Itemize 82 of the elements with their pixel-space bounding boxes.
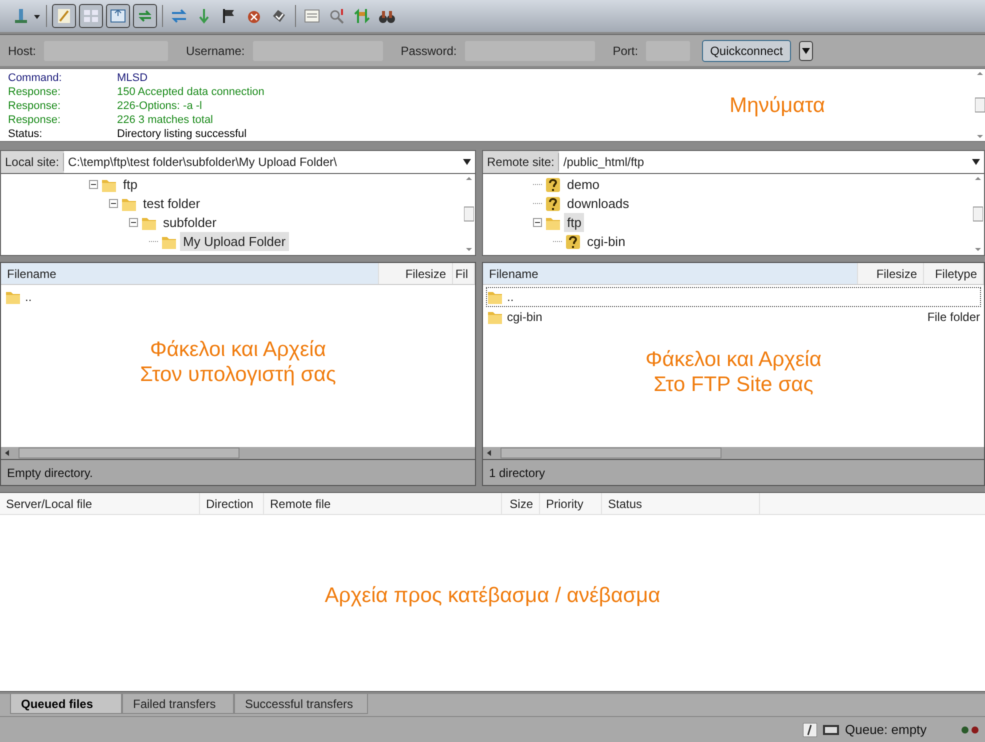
caret-icon [802,48,810,54]
annotation-text: Στο FTP Site σας [654,372,814,397]
unknown-folder-icon [545,196,561,212]
refresh-icon[interactable] [170,7,188,25]
queue-status: Queue: empty [845,720,928,739]
annotation-text: Μηνύματα [729,92,825,118]
collapse-icon[interactable] [109,199,118,208]
file-row[interactable]: cgi-bin File folder [486,307,981,327]
log-message: MLSD [117,71,148,85]
tree-item[interactable]: demo [564,174,603,194]
tree-item[interactable]: subfolder [160,212,220,232]
column-header[interactable]: Filesize [379,263,453,284]
quickconnect-button[interactable]: Quickconnect [702,40,791,62]
tree-item[interactable]: ftp [120,174,140,194]
scrollbar[interactable] [483,447,984,459]
file-row[interactable]: .. [486,287,981,307]
tree-item[interactable]: My Upload Folder [180,232,289,252]
dropdown-button[interactable] [798,40,813,60]
status-text: 1 directory [489,464,546,482]
scrollbar[interactable] [1,447,475,459]
column-header[interactable]: Filename [1,263,379,284]
unknown-folder-icon [565,234,581,250]
log-label: Response: [8,113,62,127]
tab[interactable]: Successful transfers [234,694,368,714]
folder-icon [487,309,503,325]
status-text: Empty directory. [7,464,93,482]
log-label: Status: [8,127,44,141]
scrollbar[interactable] [975,69,985,141]
tab[interactable]: Failed transfers [122,694,234,714]
column-header[interactable]: Remote file [264,493,502,514]
tree-toggle-button[interactable] [79,4,103,28]
log-label: Response: [8,85,62,99]
activity-lights-icon [961,726,979,734]
log-message: 226-Options: -a -l [117,99,202,113]
field-label: Password: [400,42,457,60]
file-name: cgi-bin [507,309,544,326]
column-header[interactable]: Filesize [858,263,924,284]
tree-toggle-icon [82,7,100,25]
tree-item[interactable]: test folder [140,194,204,214]
search-icon[interactable] [328,7,346,25]
annotation-text: Αρχεία προς κατέβασμα / ανέβασμα [324,582,660,608]
annotation-text: Φάκελοι και Αρχεία [150,337,326,362]
folder-icon [487,289,503,305]
tree-item[interactable]: downloads [564,194,632,214]
column-header[interactable]: Server/Local file [0,493,200,514]
file-row[interactable]: .. [4,287,472,307]
annotation-text: Στον υπολογιστή σας [140,362,336,387]
column-header[interactable]: Direction [200,493,264,514]
collapse-icon[interactable] [129,218,138,227]
annotation-text: Φάκελοι και Αρχεία [646,347,822,372]
column-header[interactable]: Filetype [924,263,984,284]
log-message: 150 Accepted data connection [117,85,264,99]
log-message: 226 3 matches total [117,113,214,127]
collapse-icon[interactable] [533,218,542,227]
folder-icon [5,289,21,305]
column-header[interactable]: Size [502,493,540,514]
file-name: .. [507,289,515,306]
field-label: Username: [186,42,245,60]
column-header[interactable]: Fil [453,263,475,284]
panes-toggle-icon [109,7,127,25]
log-label: Command: [8,71,63,85]
field-label: Port: [612,42,638,60]
file-name: .. [25,289,33,306]
queue-toggle-button[interactable] [133,4,157,28]
log-toggle-button[interactable] [52,4,76,28]
collapse-icon[interactable] [89,180,98,189]
field-label: Host: [8,42,36,60]
log-toggle-icon [55,7,73,25]
file-type: File folder [927,309,980,326]
list-icon[interactable] [303,7,321,25]
log-label: Response: [8,99,62,113]
tree-item[interactable]: ftp [564,212,584,232]
panes-toggle-button[interactable] [106,4,130,28]
column-header[interactable]: Status [602,493,760,514]
tab[interactable]: Queued files [10,694,122,714]
scrollbar[interactable] [464,174,474,254]
tree-item[interactable]: cgi-bin [584,232,628,252]
scrollbar[interactable] [973,174,983,254]
log-message: Directory listing successful [117,127,247,141]
column-header[interactable]: Filename [483,263,858,284]
unknown-folder-icon [545,176,561,192]
column-header[interactable]: Priority [540,493,602,514]
